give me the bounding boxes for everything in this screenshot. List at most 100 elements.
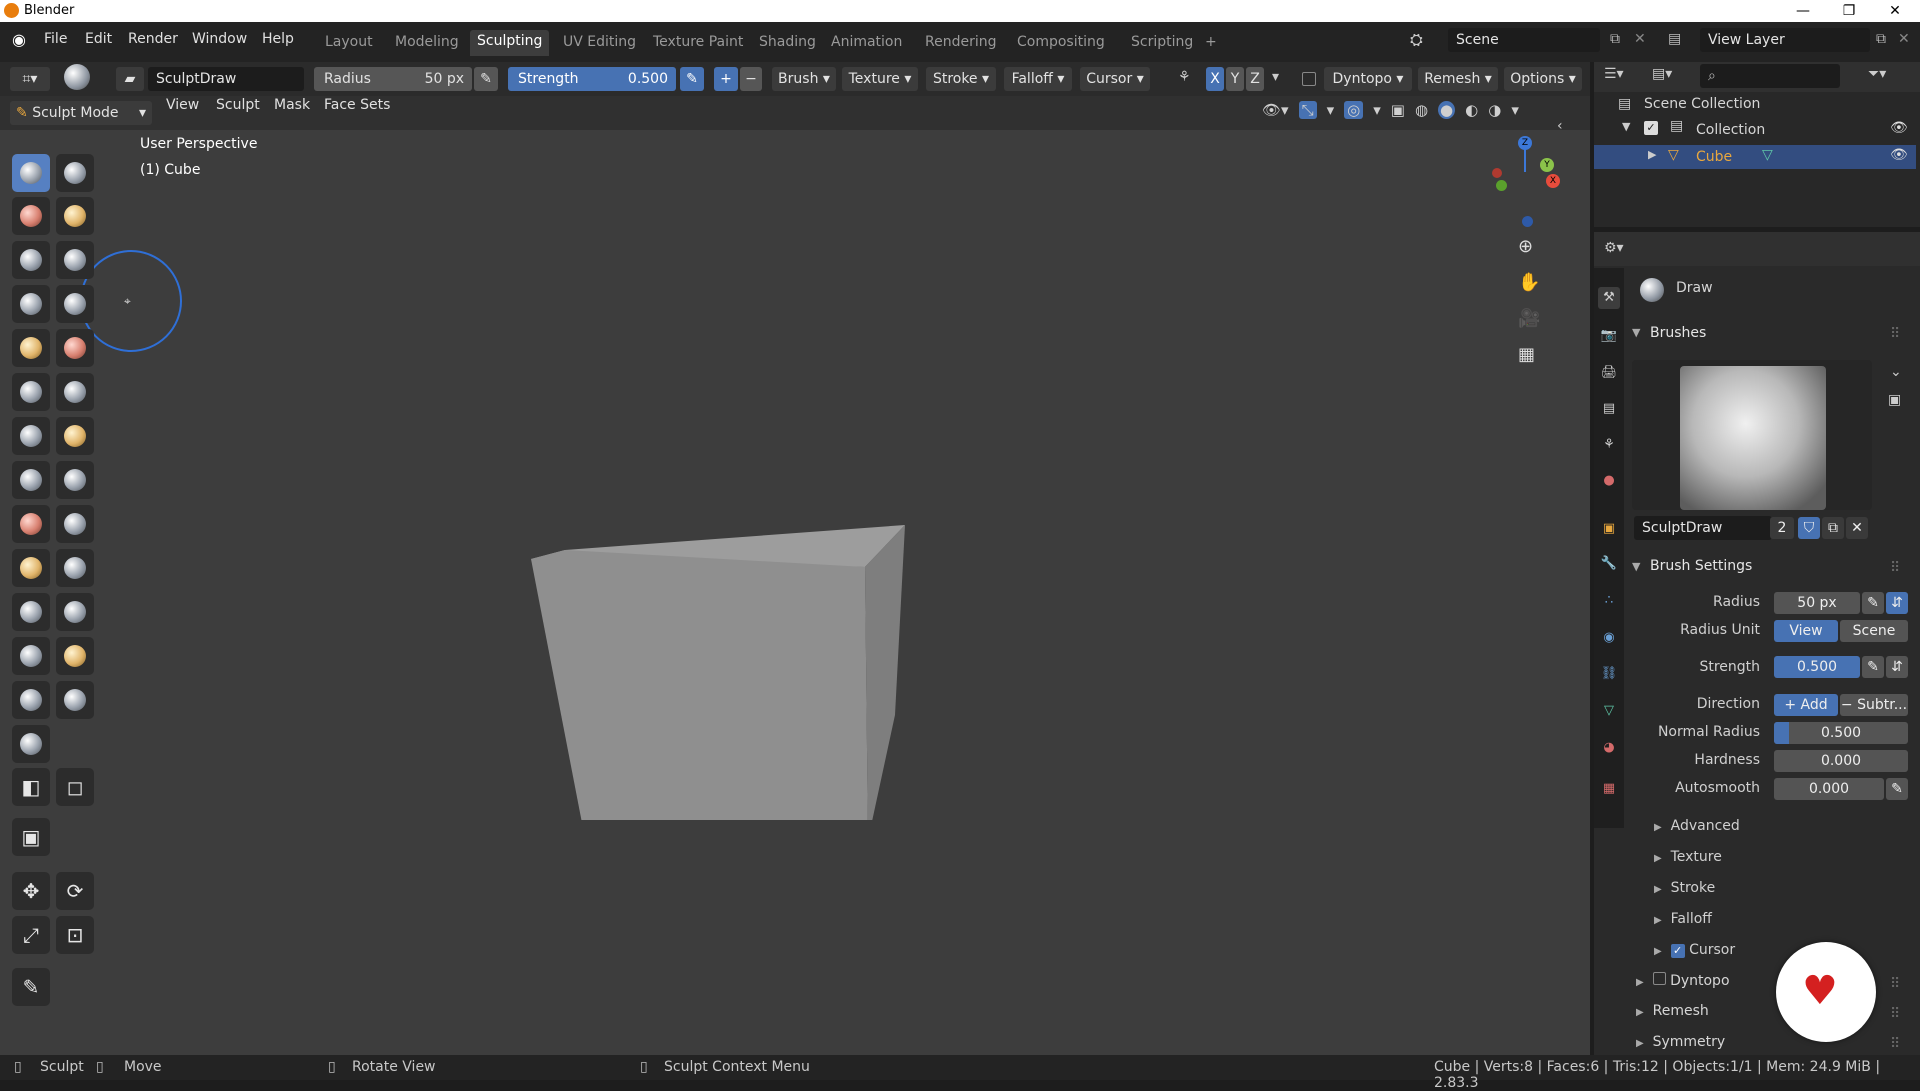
new-view-layer-icon[interactable]: ⧉ <box>1876 31 1886 47</box>
remesh-panel[interactable]: ▶ Remesh <box>1636 1003 1709 1019</box>
collection-checkbox[interactable]: ✓ <box>1644 121 1658 135</box>
minimize-button[interactable]: — <box>1780 0 1826 22</box>
tool-draw-sharp-button[interactable] <box>12 197 50 235</box>
tool-snake-hook-button[interactable] <box>12 549 50 587</box>
advanced-subpanel[interactable]: ▶ Advanced <box>1654 818 1740 834</box>
outliner-search[interactable]: ⌕ <box>1700 64 1840 88</box>
tool-inflate-button[interactable] <box>56 285 94 323</box>
tool-box-hide-button[interactable]: ◻ <box>56 768 94 806</box>
tool-box-face-set-button[interactable]: ▣ <box>12 818 50 856</box>
brush-image-icon[interactable]: ▣ <box>1888 392 1901 408</box>
ortho-grid-icon[interactable]: ▦ <box>1518 344 1535 365</box>
options-menu[interactable]: Options ▾ <box>1504 67 1582 91</box>
rendered-shading-icon[interactable]: ◑ <box>1488 101 1501 119</box>
pan-hand-icon[interactable]: ✋ <box>1518 272 1540 293</box>
prop-radius-unit-lock-icon[interactable]: ⇵ <box>1886 592 1908 614</box>
view-layer-icon[interactable]: ▤ <box>1668 31 1681 47</box>
prop-strength-field[interactable]: 0.500 <box>1774 656 1860 678</box>
tool-clay-button[interactable] <box>56 197 94 235</box>
tool-grab-button[interactable] <box>12 505 50 543</box>
modifiers-tab-icon[interactable]: 🔧 <box>1598 553 1620 575</box>
collection-label[interactable]: Collection <box>1696 122 1765 138</box>
menu-render[interactable]: Render <box>128 31 178 47</box>
tool-annotate-button[interactable]: ✎ <box>12 968 50 1006</box>
stroke-subpanel[interactable]: ▶ Stroke <box>1654 880 1715 896</box>
cube-label[interactable]: Cube <box>1696 149 1732 165</box>
collection-expand-icon[interactable]: ▼ <box>1622 120 1630 133</box>
gizmo-chevron-icon[interactable]: ▾ <box>1327 101 1335 119</box>
direction-subtract-toggle[interactable]: − Subtr... <box>1840 694 1908 716</box>
symmetry-z-toggle[interactable]: Z <box>1246 67 1264 91</box>
solid-shading-icon[interactable]: ● <box>1438 101 1456 119</box>
delete-view-layer-icon[interactable]: ✕ <box>1898 31 1910 47</box>
maximize-button[interactable]: ❐ <box>1826 0 1872 22</box>
prop-radius-pressure-icon[interactable]: ✎ <box>1862 592 1884 614</box>
radius-unit-view-button[interactable]: View <box>1774 620 1838 642</box>
dyntopo-drag-handle-icon[interactable]: ⠿ <box>1890 976 1900 992</box>
mode-selector[interactable]: ✎ Sculpt Mode ▾ <box>10 101 152 125</box>
cube-right-face[interactable] <box>865 525 905 820</box>
add-workspace-button[interactable]: + <box>1198 31 1224 57</box>
brush-preview-box[interactable] <box>1632 360 1872 510</box>
direction-subtract-button[interactable]: − <box>740 67 762 91</box>
tool-nudge-button[interactable] <box>56 593 94 631</box>
strength-pressure-icon[interactable]: ✎ <box>680 67 704 91</box>
blender-menu-icon[interactable]: ◉ <box>12 30 32 50</box>
cursor-checkbox[interactable]: ✓ <box>1670 944 1685 958</box>
remesh-menu[interactable]: Remesh ▾ <box>1418 67 1498 91</box>
cube-visibility-icon[interactable]: 👁 <box>1890 147 1908 163</box>
tool-multiplane-scrape-button[interactable] <box>12 461 50 499</box>
scene-icon[interactable]: ⛭ <box>1410 30 1423 50</box>
cube-expand-icon[interactable]: ▶ <box>1648 148 1656 161</box>
brush-settings-collapse-icon[interactable]: ▼ <box>1632 560 1640 573</box>
visibility-icon[interactable]: 👁▾ <box>1262 101 1289 119</box>
symmetry-options-chevron-icon[interactable]: ▾ <box>1272 69 1279 85</box>
cursor-subpanel[interactable]: ▶ ✓ Cursor <box>1654 942 1735 958</box>
prop-strength-pressure-icon[interactable]: ✎ <box>1862 656 1884 678</box>
tool-flatten-button[interactable] <box>56 373 94 411</box>
display-mode-icon[interactable]: ▤▾ <box>1652 66 1672 82</box>
workspace-tab-scripting[interactable]: Scripting <box>1124 31 1200 57</box>
dyntopo-checkbox[interactable] <box>1302 72 1316 86</box>
header-sculpt-menu[interactable]: Sculpt <box>216 97 260 113</box>
duplicate-brush-icon[interactable]: ⧉ <box>1822 517 1844 539</box>
brush-name-field[interactable]: SculptDraw <box>148 67 304 91</box>
tool-blob-button[interactable] <box>56 154 94 192</box>
tool-layer-button[interactable] <box>12 285 50 323</box>
physics-tab-icon[interactable]: ◉ <box>1598 627 1620 649</box>
tool-elastic-deform-button[interactable] <box>56 505 94 543</box>
world-tab-icon[interactable]: ● <box>1598 470 1620 492</box>
overlays-icon[interactable]: ◎ <box>1344 101 1364 119</box>
material-shading-icon[interactable]: ◐ <box>1465 101 1478 119</box>
radius-slider[interactable]: Radius 50 px <box>314 67 472 91</box>
menu-file[interactable]: File <box>44 31 67 47</box>
direction-add-button[interactable]: + <box>714 67 738 91</box>
hardness-field[interactable]: 0.000 <box>1774 750 1908 772</box>
workspace-tab-compositing[interactable]: Compositing <box>1010 31 1112 57</box>
view-layer-tab-icon[interactable]: ▤ <box>1598 398 1620 420</box>
brushes-header[interactable]: Brushes <box>1650 325 1706 341</box>
brush-preview-icon[interactable] <box>64 64 90 90</box>
symmetry-x-toggle[interactable]: X <box>1206 67 1224 91</box>
radius-pressure-icon[interactable]: ✎ <box>474 67 498 91</box>
header-view-menu[interactable]: View <box>166 97 199 113</box>
tool-cloth-button[interactable] <box>12 681 50 719</box>
scene-field[interactable]: Scene <box>1448 28 1600 52</box>
zoom-icon[interactable]: ⊕ <box>1518 236 1533 257</box>
scene-collection-label[interactable]: Scene Collection <box>1644 96 1760 112</box>
prop-dyntopo-checkbox[interactable] <box>1652 972 1666 985</box>
workspace-tab-modeling[interactable]: Modeling <box>388 31 466 57</box>
remesh-drag-handle-icon[interactable]: ⠿ <box>1890 1006 1900 1022</box>
cube-row[interactable] <box>1594 145 1916 169</box>
scene-tab-icon[interactable]: ⚘ <box>1598 434 1620 456</box>
falloff-menu[interactable]: Falloff ▾ <box>1004 67 1072 91</box>
tool-mask-button[interactable] <box>12 725 50 763</box>
radius-unit-scene-button[interactable]: Scene <box>1840 620 1908 642</box>
tool-draw-button[interactable] <box>12 154 50 192</box>
dyntopo-panel[interactable]: ▶ Dyntopo <box>1636 972 1730 989</box>
falloff-subpanel[interactable]: ▶ Falloff <box>1654 911 1712 927</box>
sidebar-toggle-chevron-icon[interactable]: ‹ <box>1557 118 1563 134</box>
gizmo-x-icon[interactable]: X <box>1546 174 1560 188</box>
workspace-tab-shading[interactable]: Shading <box>752 31 823 57</box>
tool-box-mask-button[interactable]: ◧ <box>12 768 50 806</box>
